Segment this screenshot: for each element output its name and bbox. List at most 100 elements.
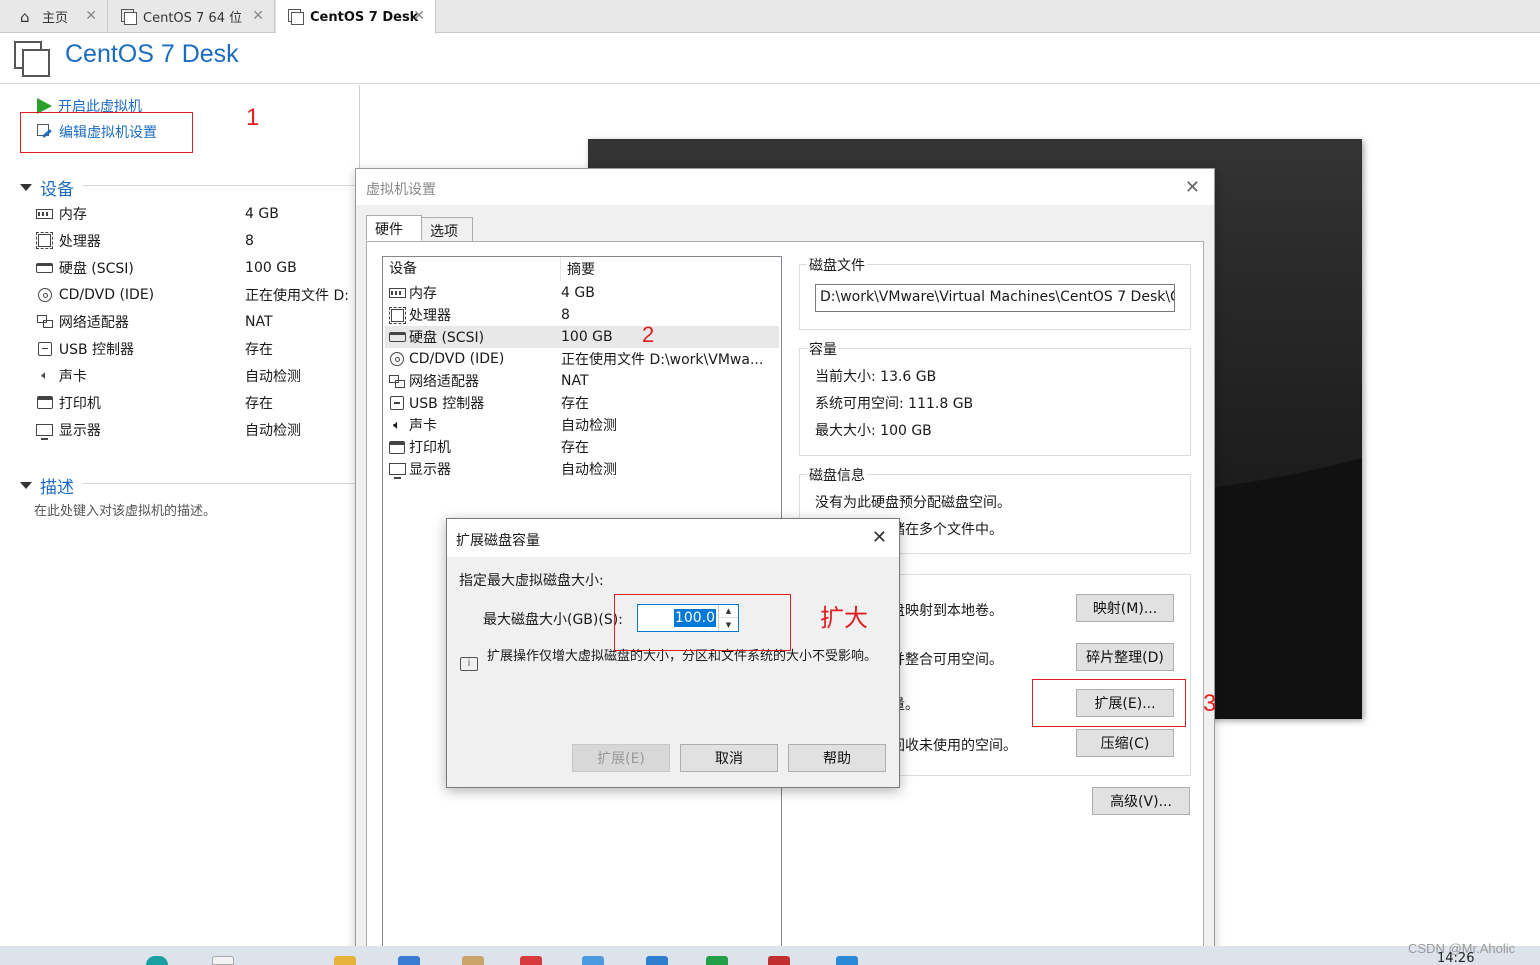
column-header-summary[interactable]: 摘要: [561, 259, 595, 279]
compact-button[interactable]: 压缩(C): [1076, 729, 1174, 757]
cd-icon: [36, 287, 54, 302]
usb-icon: [388, 396, 406, 410]
close-icon[interactable]: ✕: [1185, 177, 1200, 198]
disk-info-line: 储在多个文件中。: [891, 522, 1003, 538]
device-summary: NAT: [561, 373, 589, 389]
device-row-printer[interactable]: 打印机 存在: [36, 389, 356, 416]
list-item[interactable]: 显示器 自动检测: [385, 458, 779, 480]
annotation-expand-note: 扩大: [820, 605, 868, 632]
tab-home-label: 主页: [42, 11, 69, 26]
devices-section-toggle[interactable]: 设备: [20, 175, 74, 200]
list-item[interactable]: CD/DVD (IDE) 正在使用文件 D:\work\VMwa...: [385, 348, 779, 370]
device-row-usb[interactable]: USB 控制器 存在: [36, 335, 356, 362]
capacity-label: 容量: [807, 339, 839, 359]
network-icon: [36, 315, 54, 329]
tab-centos-64[interactable]: CentOS 7 64 位 ✕: [109, 0, 275, 33]
app-icon[interactable]: [582, 956, 604, 965]
app-icon[interactable]: [334, 956, 356, 965]
utility-description: 并整合可用空间。: [891, 652, 1003, 668]
annotation-box-expand-button: [1032, 679, 1186, 727]
device-summary: 4 GB: [561, 285, 595, 301]
list-item-selected[interactable]: 硬盘 (SCSI) 100 GB: [385, 326, 779, 348]
device-name: 网络适配器: [409, 374, 479, 390]
app-icon[interactable]: [462, 956, 484, 965]
usb-icon: [36, 341, 54, 356]
device-row-memory[interactable]: 内存 4 GB: [36, 200, 356, 227]
device-row-hard-disk[interactable]: 硬盘 (SCSI) 100 GB: [36, 254, 356, 281]
collapse-icon: [20, 482, 32, 489]
devices-heading: 设备: [40, 180, 74, 200]
device-row-sound[interactable]: 🔈︎ 声卡 自动检测: [36, 362, 356, 389]
list-item[interactable]: 内存 4 GB: [385, 282, 779, 304]
device-name: 内存: [409, 286, 437, 302]
cancel-button[interactable]: 取消: [680, 744, 778, 772]
map-button[interactable]: 映射(M)...: [1076, 594, 1174, 622]
collapse-icon: [20, 184, 32, 191]
device-name: 网络适配器: [58, 314, 129, 331]
annotation-box-edit-settings: [20, 112, 193, 153]
home-icon: ⌂: [20, 7, 30, 26]
tab-strip: ⌂ 主页 ✕ CentOS 7 64 位 ✕ CentOS 7 Desk ✕: [0, 0, 1540, 34]
list-item[interactable]: USB 控制器 存在: [385, 392, 779, 414]
column-header-device[interactable]: 设备: [383, 257, 561, 281]
close-icon[interactable]: ✕: [872, 527, 887, 548]
list-item[interactable]: 🔈︎ 声卡 自动检测: [385, 414, 779, 436]
device-name: 内存: [58, 206, 87, 223]
expand-confirm-button[interactable]: 扩展(E): [572, 744, 670, 772]
device-name: CD/DVD (IDE): [58, 286, 155, 303]
device-name: 打印机: [58, 395, 101, 412]
device-row-network[interactable]: 网络适配器 NAT: [36, 308, 356, 335]
app-icon[interactable]: [646, 956, 668, 965]
app-icon[interactable]: [398, 956, 420, 965]
device-name: 打印机: [409, 440, 451, 456]
max-size: 最大大小: 100 GB: [815, 423, 932, 439]
memory-icon: [388, 288, 406, 298]
dialog-titlebar: 虚拟机设置 ✕: [356, 169, 1214, 205]
list-item[interactable]: 打印机 存在: [385, 436, 779, 458]
device-summary: 8: [561, 307, 570, 323]
expand-disk-dialog: 扩展磁盘容量 ✕ 指定最大虚拟磁盘大小: 最大磁盘大小(GB)(S): 100.…: [446, 518, 900, 788]
tab-centos-desk[interactable]: CentOS 7 Desk ✕: [276, 0, 436, 34]
annotation-number-3: 3: [1203, 690, 1217, 717]
dialog-titlebar: 扩展磁盘容量 ✕: [447, 519, 899, 557]
list-header: 设备 摘要: [383, 257, 781, 281]
app-icon[interactable]: [520, 956, 542, 965]
device-row-display[interactable]: 显示器 自动检测: [36, 416, 356, 443]
list-item[interactable]: 网络适配器 NAT: [385, 370, 779, 392]
device-summary: 存在: [561, 440, 589, 456]
device-value: 100 GB: [245, 259, 297, 276]
advanced-button[interactable]: 高级(V)...: [1092, 787, 1190, 815]
free-space: 系统可用空间: 111.8 GB: [815, 396, 974, 412]
description-field[interactable]: 在此处键入对该虚拟机的描述。: [34, 500, 216, 519]
description-section-toggle[interactable]: 描述: [20, 473, 74, 498]
app-icon[interactable]: [836, 956, 858, 965]
device-value: 8: [245, 232, 254, 249]
page-title: CentOS 7 Desk: [65, 40, 239, 68]
tab-options[interactable]: 选项: [421, 217, 473, 242]
device-name: 硬盘 (SCSI): [409, 330, 485, 346]
app-icon[interactable]: [146, 956, 168, 965]
list-item[interactable]: 处理器 8: [385, 304, 779, 326]
app-icon[interactable]: [212, 956, 234, 965]
vm-icon: [14, 41, 52, 79]
close-icon[interactable]: ✕: [413, 8, 425, 24]
defragment-button[interactable]: 碎片整理(D): [1076, 643, 1174, 671]
tab-hardware[interactable]: 硬件: [366, 215, 422, 241]
device-row-cd-dvd[interactable]: CD/DVD (IDE) 正在使用文件 D:: [36, 281, 356, 308]
memory-icon: [36, 207, 54, 221]
device-value: 4 GB: [245, 205, 279, 222]
app-icon[interactable]: [706, 956, 728, 965]
device-row-cpu[interactable]: 处理器 8: [36, 227, 356, 254]
help-button[interactable]: 帮助: [788, 744, 886, 772]
disk-file-path-field[interactable]: D:\work\VMware\Virtual Machines\CentOS 7…: [815, 284, 1175, 312]
tab-home[interactable]: ⌂ 主页 ✕: [8, 0, 108, 33]
description-heading: 描述: [40, 478, 74, 498]
disk-file-label: 磁盘文件: [807, 255, 867, 275]
close-icon[interactable]: ✕: [85, 8, 97, 24]
device-name: CD/DVD (IDE): [409, 351, 505, 367]
vm-header: CentOS 7 Desk: [0, 34, 1540, 84]
app-icon[interactable]: [768, 956, 790, 965]
device-summary: 100 GB: [561, 329, 613, 345]
hard-disk-icon: [388, 332, 406, 342]
close-icon[interactable]: ✕: [252, 8, 264, 24]
